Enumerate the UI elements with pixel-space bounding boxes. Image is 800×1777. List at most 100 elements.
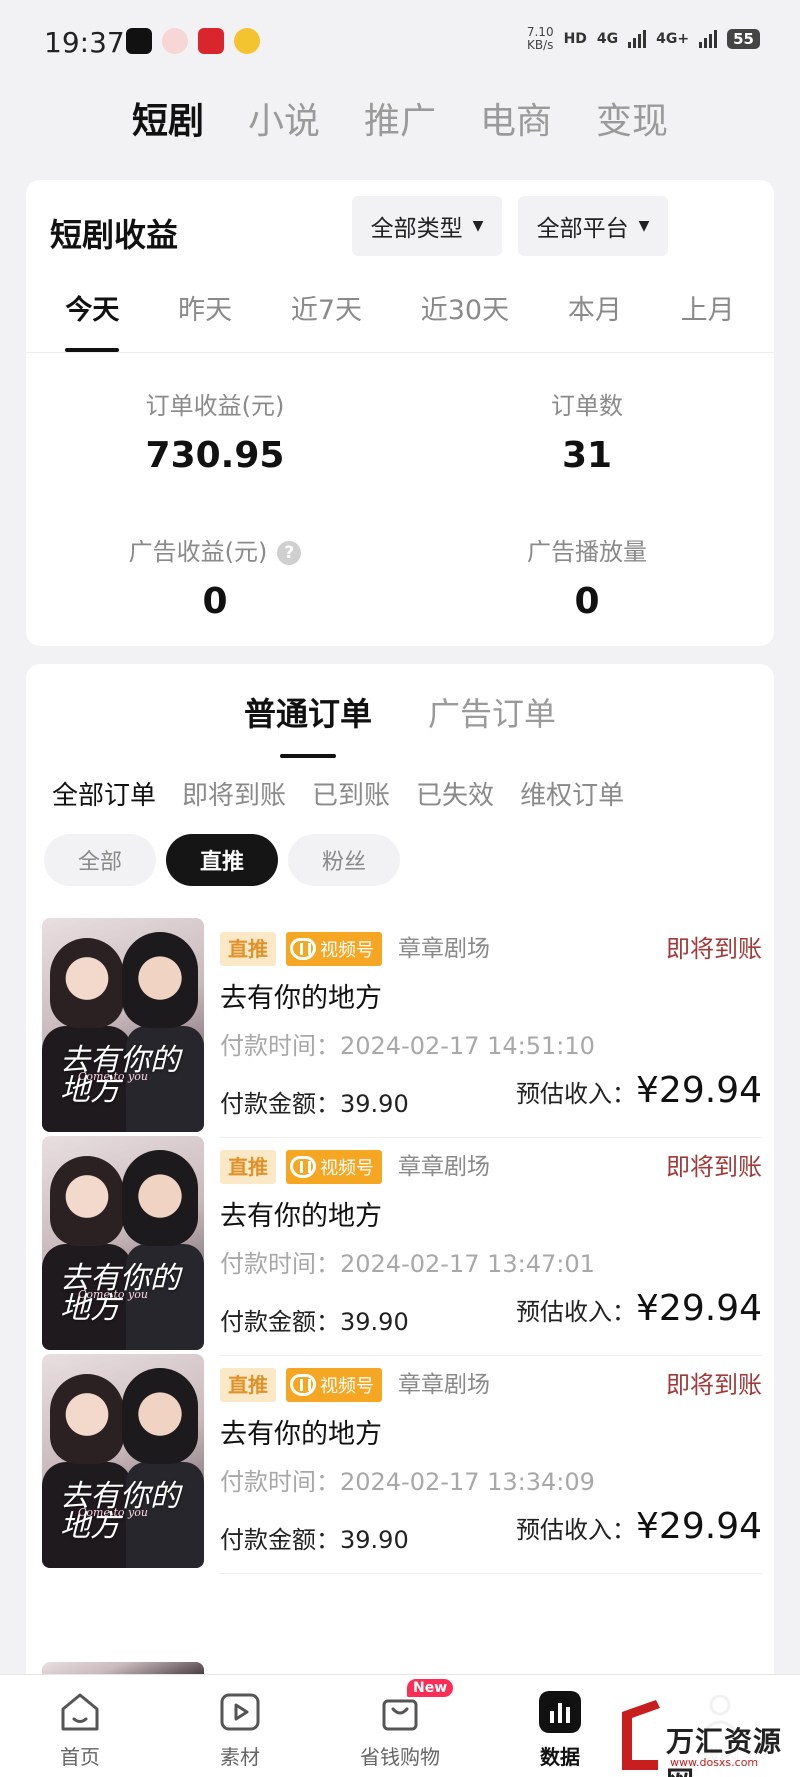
order-list-item[interactable]: 去有你的地方 Come to you 直推 视频号 章章剧场 即将到账 去有你的…: [42, 1136, 762, 1356]
nav-materials[interactable]: 素材: [180, 1689, 300, 1770]
stat-value: 0: [574, 581, 600, 622]
tab-ad-orders[interactable]: 广告订单: [428, 684, 556, 744]
nav-label: 首页: [60, 1745, 100, 1769]
stat-label: 广告播放量: [527, 538, 647, 566]
filter-expired[interactable]: 已失效: [416, 774, 494, 818]
nav-shopping[interactable]: New 省钱购物: [340, 1679, 460, 1770]
play-icon: [217, 1689, 263, 1735]
direct-tag: 直推: [220, 932, 276, 966]
filter-disputes[interactable]: 维权订单: [520, 774, 624, 818]
order-details: 直推 视频号 章章剧场 即将到账 去有你的地方 付款时间：2024-02-17 …: [220, 918, 762, 1138]
filter-all-orders[interactable]: 全部订单: [52, 774, 156, 818]
drama-title: 去有你的地方: [220, 1201, 382, 1232]
channels-icon: [290, 1156, 316, 1178]
period-30days[interactable]: 近30天: [421, 286, 509, 346]
nav-label: 数据: [540, 1745, 580, 1769]
direct-tag: 直推: [220, 1150, 276, 1184]
caret-down-icon: ▼: [638, 218, 650, 234]
filter-received[interactable]: 已到账: [312, 774, 390, 818]
card-title: 短剧收益: [50, 216, 179, 254]
chip-all[interactable]: 全部: [44, 834, 156, 886]
type-filter-dropdown[interactable]: 全部类型 ▼: [352, 196, 502, 256]
estimated-income: 预估收入：¥29.94: [516, 1070, 762, 1111]
stat-label: 广告收益(元): [128, 538, 268, 566]
tab-novel[interactable]: 小说: [248, 92, 320, 152]
type-filter-label: 全部类型: [370, 216, 463, 242]
tab-promotion[interactable]: 推广: [364, 92, 436, 152]
signal-icon: [699, 30, 718, 48]
divider: [26, 352, 774, 353]
signal-icon: [628, 30, 647, 48]
theater-name: 章章剧场: [398, 1372, 490, 1398]
order-status: 即将到账: [666, 935, 762, 963]
drama-poster: 去有你的地方 Come to you: [42, 1354, 204, 1568]
nav-home[interactable]: 首页: [20, 1689, 140, 1770]
drama-poster: 去有你的地方 Come to you: [42, 1136, 204, 1350]
app-icon: [162, 28, 188, 54]
pay-amount: 付款金额：39.90: [220, 1526, 409, 1554]
order-status: 即将到账: [666, 1153, 762, 1181]
order-list-item[interactable]: 去有你的地方 Come to you 直推 视频号 章章剧场 即将到账 去有你的…: [42, 1354, 762, 1574]
nav-label: 素材: [220, 1745, 260, 1769]
hd-icon: HD: [563, 31, 587, 47]
home-icon: [57, 1689, 103, 1735]
period-this-month[interactable]: 本月: [568, 286, 622, 346]
estimated-income: 预估收入：¥29.94: [516, 1288, 762, 1329]
theater-name: 章章剧场: [398, 1154, 490, 1180]
chip-fans[interactable]: 粉丝: [288, 834, 400, 886]
drama-poster: [42, 1662, 204, 1674]
pay-time: 付款时间：2024-02-17 13:47:01: [220, 1250, 595, 1278]
shopping-bag-icon: New: [377, 1679, 454, 1735]
estimated-income: 预估收入：¥29.94: [516, 1506, 762, 1547]
poster-subtitle: Come to you: [78, 1070, 148, 1083]
poster-subtitle: Come to you: [78, 1288, 148, 1301]
signal-label: 4G+: [656, 31, 690, 47]
period-today[interactable]: 今天: [65, 286, 120, 352]
order-list-item[interactable]: 去有你的地方 Come to you 直推 视频号 章章剧场 即将到账 去有你的…: [42, 918, 762, 1138]
platform-filter-dropdown[interactable]: 全部平台 ▼: [518, 196, 668, 256]
channels-icon: [290, 938, 316, 960]
notification-icons: [126, 28, 260, 54]
filter-pending[interactable]: 即将到账: [182, 774, 286, 818]
tab-ecommerce[interactable]: 电商: [480, 92, 552, 152]
stat-label: 订单数: [551, 392, 623, 420]
pay-time: 付款时间：2024-02-17 13:34:09: [220, 1468, 595, 1496]
drama-poster: 去有你的地方 Come to you: [42, 918, 204, 1132]
tab-normal-orders[interactable]: 普通订单: [244, 684, 372, 758]
drama-title: 去有你的地方: [220, 983, 382, 1014]
nav-data[interactable]: 数据: [500, 1689, 620, 1770]
period-tabs: 今天 昨天 近7天 近30天 本月 上月: [26, 286, 774, 352]
watermark-url: www.dosxs.com: [670, 1756, 759, 1769]
network-speed: 7.10 KB/s: [526, 25, 554, 52]
pay-time: 付款时间：2024-02-17 14:51:10: [220, 1032, 595, 1060]
order-status: 即将到账: [666, 1371, 762, 1399]
period-yesterday[interactable]: 昨天: [178, 286, 232, 346]
stat-label: 订单收益(元): [145, 392, 285, 420]
nav-label: 省钱购物: [360, 1745, 440, 1769]
category-tabs: 短剧 小说 推广 电商 变现: [0, 92, 800, 152]
app-icon: [198, 28, 224, 54]
signal-label: 4G: [596, 31, 619, 47]
theater-name: 章章剧场: [398, 936, 490, 962]
status-bar: 19:37 7.10 KB/s HD 4G 4G+ 55: [0, 0, 800, 82]
ad-plays-stat: 广告播放量 0: [422, 532, 752, 622]
direct-tag: 直推: [220, 1368, 276, 1402]
video-app-icon: [126, 28, 152, 54]
period-7days[interactable]: 近7天: [291, 286, 362, 346]
battery-icon: 55: [727, 29, 760, 49]
drama-title: 去有你的地方: [220, 1419, 382, 1450]
source-chips: 全部 直推 粉丝: [44, 834, 400, 886]
period-last-month[interactable]: 上月: [681, 286, 735, 346]
chip-direct[interactable]: 直推: [166, 834, 278, 886]
channel-tag: 视频号: [286, 1368, 382, 1402]
pay-amount: 付款金额：39.90: [220, 1308, 409, 1336]
tab-monetize[interactable]: 变现: [596, 92, 668, 152]
stat-value: 730.95: [145, 435, 285, 476]
tab-short-drama[interactable]: 短剧: [132, 92, 204, 152]
system-indicators: 7.10 KB/s HD 4G 4G+ 55: [527, 26, 760, 52]
help-icon[interactable]: ?: [277, 541, 302, 565]
bar-chart-icon: [537, 1689, 583, 1735]
poster-subtitle: Come to you: [78, 1506, 148, 1519]
order-details: 直推 视频号 章章剧场 即将到账 去有你的地方 付款时间：2024-02-17 …: [220, 1136, 762, 1356]
weibo-icon: [234, 28, 260, 54]
